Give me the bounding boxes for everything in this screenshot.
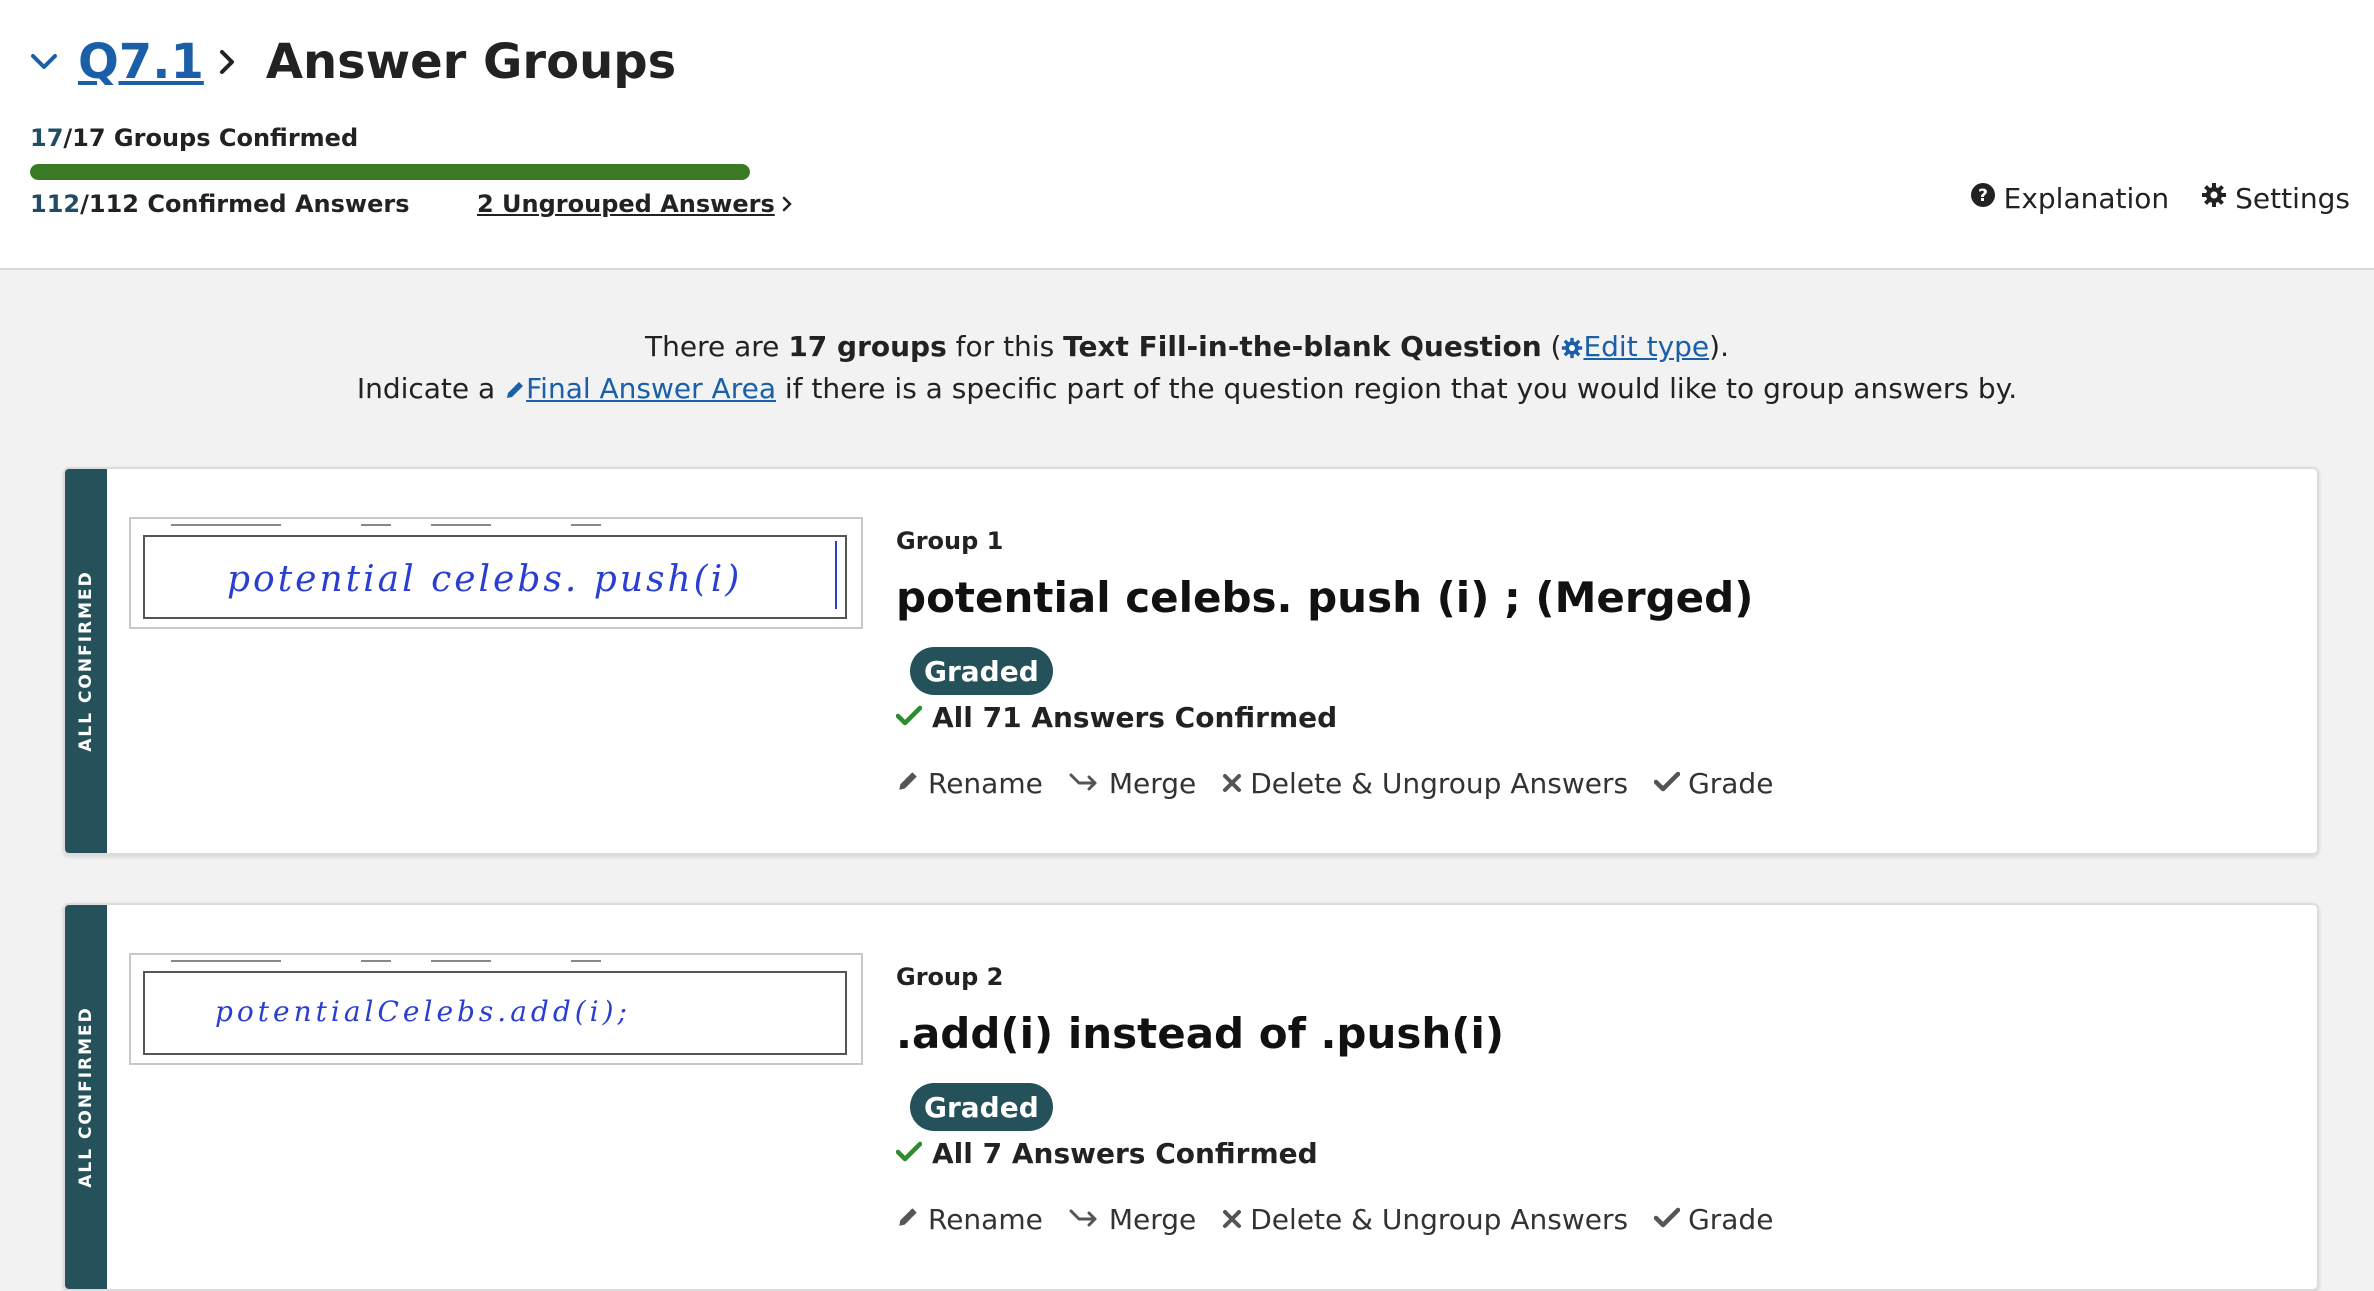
cropped-scan-top	[171, 524, 601, 526]
info-text: Indicate a	[356, 372, 505, 405]
confirmed-status: All 7 Answers Confirmed	[895, 1137, 1318, 1170]
pencil-icon	[896, 1203, 920, 1236]
final-answer-area-label: Final Answer Area	[526, 372, 776, 405]
info-text: ).	[1709, 330, 1729, 363]
groups-info: There are 17 groups for this Text Fill-i…	[0, 326, 2374, 410]
graded-badge: Graded	[910, 1083, 1053, 1131]
page-header: Q7.1 Answer Groups 17/17 Groups Confirme…	[0, 0, 2374, 270]
confirmed-text: All 71 Answers Confirmed	[932, 701, 1338, 734]
info-text: (	[1541, 330, 1562, 363]
grade-label: Grade	[1688, 767, 1774, 800]
groups-progress-bar	[30, 164, 750, 180]
edit-type-link[interactable]: Edit type	[1561, 330, 1709, 363]
header-actions: ? Explanation Settings	[1970, 182, 2350, 215]
svg-text:?: ?	[1978, 186, 1988, 206]
gear-icon	[1562, 337, 1583, 359]
handwritten-answer: potential celebs. push(i)	[227, 559, 743, 600]
answer-box: potential celebs. push(i)	[143, 535, 847, 619]
ungrouped-answers-link[interactable]: 2 Ungrouped Answers	[477, 190, 795, 218]
group-status-label: ALL CONFIRMED	[76, 1006, 96, 1188]
grade-button[interactable]: Grade	[1653, 767, 1774, 800]
cropped-scan-top	[171, 960, 601, 962]
chevron-right-icon	[218, 47, 248, 77]
ungrouped-answers-label: 2 Ungrouped Answers	[477, 190, 775, 218]
merge-icon	[1069, 1203, 1101, 1236]
rename-button[interactable]: Rename	[896, 1203, 1043, 1236]
group-actions: Rename Merge Delete & Ungroup Answers Gr…	[896, 767, 1773, 800]
groups-confirmed-text: /17 Groups Confirmed	[63, 124, 359, 152]
group-card: ALL CONFIRMED potential celebs. push(i) …	[63, 467, 2319, 855]
graded-badge: Graded	[910, 647, 1053, 695]
group-card: ALL CONFIRMED potentialCelebs.add(i); Gr…	[63, 903, 2319, 1291]
info-text: There are	[645, 330, 789, 363]
group-title: .add(i) instead of .push(i)	[896, 1009, 1505, 1058]
delete-ungroup-button[interactable]: Delete & Ungroup Answers	[1222, 767, 1628, 800]
explanation-label: Explanation	[2003, 182, 2170, 215]
check-icon	[895, 1137, 923, 1170]
settings-button[interactable]: Settings	[2201, 182, 2350, 215]
chevron-right-icon	[781, 194, 795, 214]
progress-fill	[30, 164, 750, 180]
breadcrumb: Q7.1 Answer Groups	[30, 30, 676, 94]
question-link[interactable]: Q7.1	[78, 34, 204, 90]
answers-confirmed-text: /112 Confirmed Answers	[80, 190, 410, 218]
info-question-type: Text Fill-in-the-blank Question	[1063, 330, 1542, 363]
handwriting-stroke	[835, 541, 837, 609]
info-text: for this	[946, 330, 1064, 363]
rename-label: Rename	[928, 767, 1043, 800]
merge-label: Merge	[1108, 1203, 1197, 1236]
answers-confirmed-stat: 112/112 Confirmed Answers	[30, 190, 409, 218]
gear-icon	[2201, 182, 2227, 215]
group-label: Group 2	[896, 963, 1004, 991]
answer-box: potentialCelebs.add(i);	[143, 971, 847, 1055]
handwritten-answer: potentialCelebs.add(i);	[215, 995, 631, 1028]
group-title: potential celebs. push (i) ; (Merged)	[896, 573, 1754, 622]
chevron-down-icon[interactable]	[30, 45, 64, 79]
group-label: Group 1	[896, 527, 1004, 555]
groups-confirmed-stat: 17/17 Groups Confirmed	[30, 124, 358, 152]
info-text: if there is a specific part of the quest…	[776, 372, 2018, 405]
check-icon	[1653, 767, 1681, 800]
rename-label: Rename	[928, 1203, 1043, 1236]
answer-thumbnail[interactable]: potential celebs. push(i)	[129, 517, 863, 629]
confirmed-status: All 71 Answers Confirmed	[895, 701, 1338, 734]
explanation-button[interactable]: ? Explanation	[1970, 182, 2170, 215]
check-icon	[1653, 1203, 1681, 1236]
merge-button[interactable]: Merge	[1069, 1203, 1196, 1236]
group-status-stripe: ALL CONFIRMED	[65, 905, 107, 1289]
settings-label: Settings	[2235, 182, 2350, 215]
close-icon	[1222, 767, 1242, 800]
group-status-stripe: ALL CONFIRMED	[65, 469, 107, 853]
grade-button[interactable]: Grade	[1653, 1203, 1774, 1236]
question-circle-icon: ?	[1970, 182, 1996, 215]
pencil-icon	[507, 382, 524, 398]
final-answer-area-link[interactable]: Final Answer Area	[504, 372, 776, 405]
info-group-count: 17 groups	[788, 330, 947, 363]
group-actions: Rename Merge Delete & Ungroup Answers Gr…	[896, 1203, 1773, 1236]
edit-type-label: Edit type	[1583, 330, 1710, 363]
info-line-2: Indicate a Final Answer Area if there is…	[0, 368, 2374, 410]
group-status-label: ALL CONFIRMED	[76, 570, 96, 752]
page-title: Answer Groups	[265, 34, 677, 90]
merge-button[interactable]: Merge	[1069, 767, 1196, 800]
delete-ungroup-label: Delete & Ungroup Answers	[1250, 767, 1629, 800]
delete-ungroup-button[interactable]: Delete & Ungroup Answers	[1222, 1203, 1628, 1236]
check-icon	[895, 701, 923, 734]
close-icon	[1222, 1203, 1242, 1236]
info-line-1: There are 17 groups for this Text Fill-i…	[0, 326, 2374, 368]
merge-icon	[1069, 767, 1101, 800]
groups-confirmed-count: 17	[30, 124, 64, 152]
confirmed-text: All 7 Answers Confirmed	[932, 1137, 1318, 1170]
answers-confirmed-count: 112	[30, 190, 81, 218]
rename-button[interactable]: Rename	[896, 767, 1043, 800]
delete-ungroup-label: Delete & Ungroup Answers	[1250, 1203, 1629, 1236]
merge-label: Merge	[1108, 767, 1197, 800]
pencil-icon	[896, 767, 920, 800]
grade-label: Grade	[1688, 1203, 1774, 1236]
answer-thumbnail[interactable]: potentialCelebs.add(i);	[129, 953, 863, 1065]
